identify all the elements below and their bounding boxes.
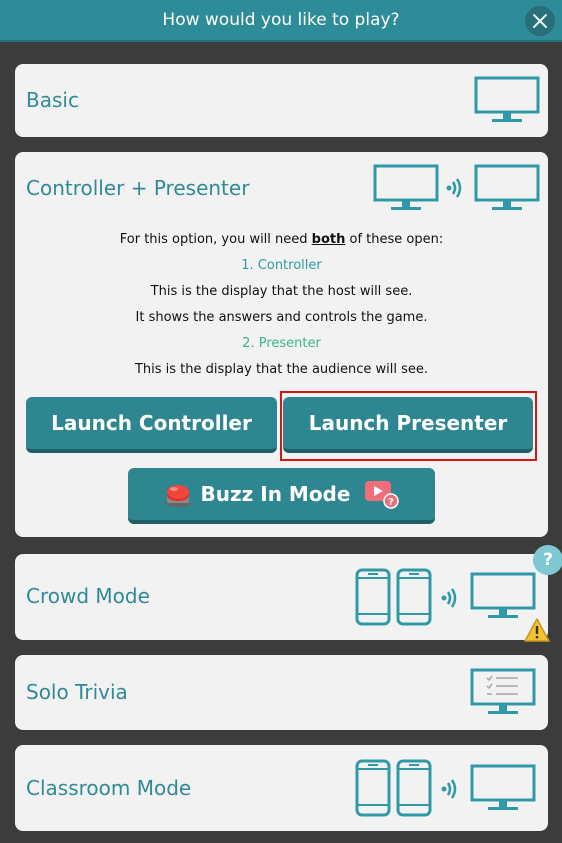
close-icon [533, 14, 547, 28]
dialog-header: How would you like to play? [0, 0, 562, 42]
option-controller-presenter-label: Controller + Presenter [26, 176, 250, 200]
monitor-icon [470, 764, 536, 816]
launch-presenter-button[interactable]: Launch Presenter [283, 397, 533, 453]
option-basic[interactable]: Basic [15, 64, 548, 137]
close-button[interactable] [525, 6, 555, 36]
phone-icon [396, 568, 432, 630]
phone-icon [355, 759, 391, 821]
step1-title: 1. Controller [241, 258, 322, 273]
crowd-mode-help-icon[interactable]: ? [533, 545, 562, 575]
option-classroom-mode[interactable]: Classroom Mode [15, 745, 548, 831]
option-crowd-mode[interactable]: Crowd Mode [15, 554, 550, 642]
phone-icon [355, 568, 391, 630]
intro-text: For this option, you will need both of t… [15, 232, 548, 248]
option-controller-presenter: Controller + Presenter For this option, … [15, 152, 548, 537]
monitor-icon [373, 164, 439, 216]
wireless-signal-icon [445, 176, 467, 204]
intro-bold: both [311, 232, 346, 247]
step1-line2: It shows the answers and controls the ga… [135, 310, 428, 325]
step1-line1: This is the display that the host will s… [150, 284, 413, 299]
buzzer-icon [164, 485, 191, 507]
phone-icon [396, 759, 432, 821]
intro-suffix: of these open: [345, 232, 444, 247]
option-classroom-mode-label: Classroom Mode [26, 776, 192, 800]
buzz-in-mode-label: Buzz In Mode [200, 482, 351, 506]
option-crowd-mode-label: Crowd Mode [26, 584, 150, 608]
dialog-title: How would you like to play? [162, 10, 400, 30]
quiz-monitor-icon [470, 668, 536, 722]
intro-prefix: For this option, you will need [119, 232, 312, 247]
option-basic-label: Basic [26, 88, 79, 112]
monitor-icon [474, 76, 540, 128]
monitor-icon [474, 164, 540, 216]
option-solo-trivia[interactable]: Solo Trivia [15, 655, 548, 730]
wireless-signal-icon [440, 586, 462, 614]
step2-title: 2. Presenter [242, 336, 321, 351]
option-solo-trivia-label: Solo Trivia [26, 680, 128, 704]
svg-text:?: ? [389, 497, 395, 508]
buzz-in-mode-button[interactable]: Buzz In Mode ? [128, 468, 435, 524]
launch-controller-button[interactable]: Launch Controller [26, 397, 277, 453]
wireless-signal-icon [440, 777, 462, 805]
video-help-icon: ? [365, 481, 400, 509]
warning-icon[interactable] [523, 617, 551, 647]
step2-line1: This is the display that the audience wi… [134, 362, 429, 377]
